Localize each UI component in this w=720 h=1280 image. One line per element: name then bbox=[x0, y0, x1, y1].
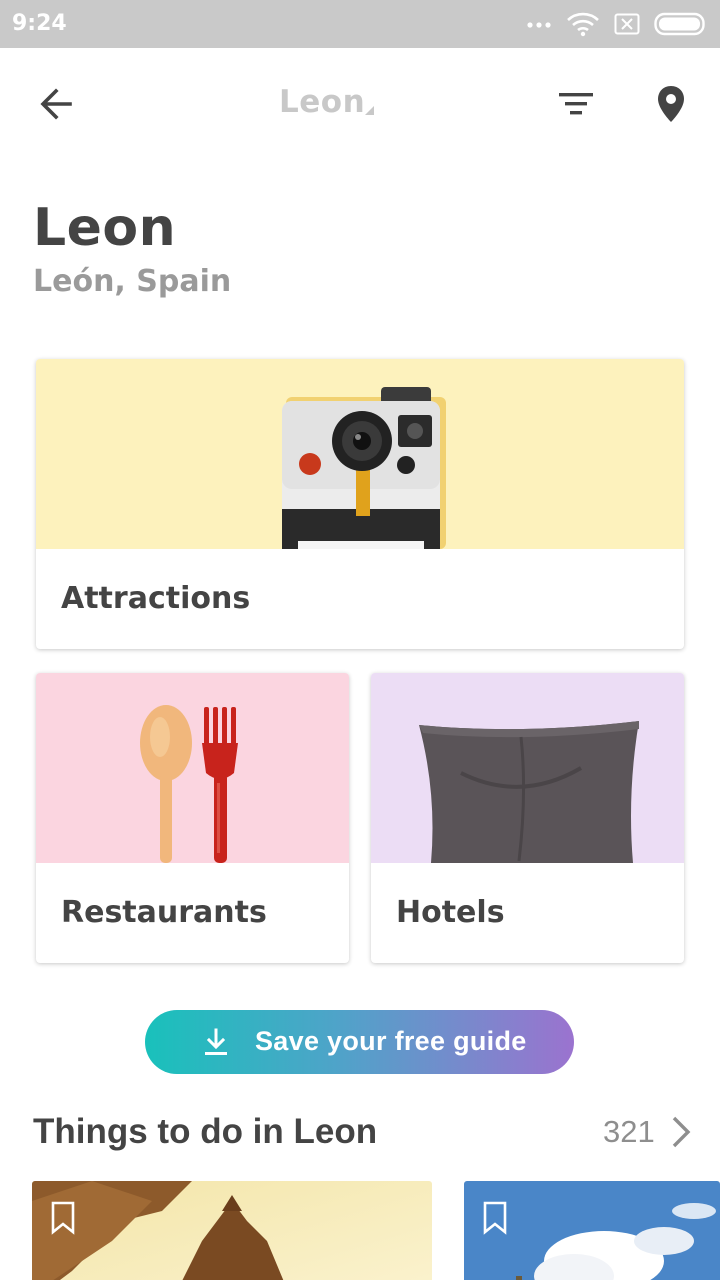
restaurants-image bbox=[36, 673, 349, 863]
attraction-photo-card[interactable] bbox=[464, 1181, 720, 1280]
category-card-hotels[interactable]: Hotels bbox=[371, 673, 684, 963]
filter-button[interactable] bbox=[550, 78, 602, 130]
title-corner-mark bbox=[365, 106, 374, 115]
battery-icon bbox=[654, 12, 705, 36]
bookmark-icon[interactable] bbox=[482, 1201, 508, 1235]
attractions-image bbox=[36, 359, 684, 549]
instant-camera-illustration bbox=[282, 387, 446, 549]
hotels-image bbox=[371, 673, 684, 863]
map-button[interactable] bbox=[645, 78, 697, 130]
section-title: Things to do in Leon bbox=[33, 1112, 378, 1151]
page-subtitle: León, Spain bbox=[33, 264, 232, 299]
save-guide-button[interactable]: Save your free guide bbox=[145, 1010, 574, 1074]
pillow-illustration bbox=[419, 721, 639, 863]
category-label: Hotels bbox=[396, 895, 505, 930]
dots-icon bbox=[527, 22, 551, 28]
cathedral-photo bbox=[32, 1181, 432, 1280]
category-label: Attractions bbox=[61, 581, 251, 616]
bookmark-icon[interactable] bbox=[50, 1201, 76, 1235]
spoon-fork-illustration bbox=[140, 705, 238, 863]
map-pin-icon bbox=[658, 86, 684, 122]
status-time: 9:24 bbox=[12, 11, 67, 36]
attraction-photo-card[interactable] bbox=[32, 1181, 432, 1280]
app-bar: Leon bbox=[0, 48, 720, 160]
wifi-icon bbox=[567, 12, 599, 37]
category-card-attractions[interactable]: Attractions bbox=[36, 359, 684, 649]
save-guide-label: Save your free guide bbox=[255, 1026, 527, 1056]
status-bar: 9:24 bbox=[0, 0, 720, 48]
section-count[interactable]: 321 bbox=[603, 1114, 655, 1150]
download-icon bbox=[205, 1028, 227, 1055]
page-title: Leon bbox=[33, 198, 177, 258]
chevron-right-icon[interactable] bbox=[668, 1114, 694, 1150]
back-button[interactable] bbox=[30, 78, 82, 130]
status-icons bbox=[526, 10, 708, 38]
category-card-restaurants[interactable]: Restaurants bbox=[36, 673, 349, 963]
app-bar-title: Leon bbox=[279, 84, 366, 120]
category-label: Restaurants bbox=[61, 895, 267, 930]
no-sim-icon bbox=[614, 13, 640, 35]
back-arrow-icon bbox=[40, 88, 72, 120]
filter-icon bbox=[559, 93, 593, 115]
